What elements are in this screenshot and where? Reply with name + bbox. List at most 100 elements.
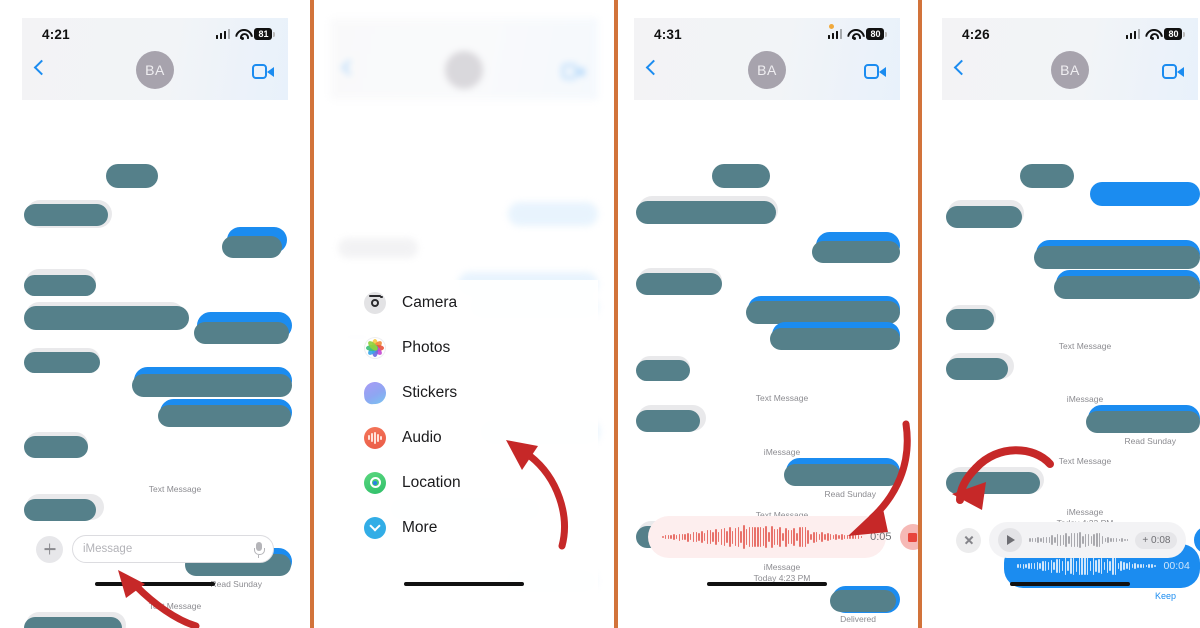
waveform-bar <box>1053 562 1055 570</box>
waveform-bar <box>832 534 835 540</box>
waveform-bar <box>1031 538 1034 542</box>
waveform-bar <box>1065 532 1067 548</box>
message-input-placeholder: iMessage <box>83 543 133 555</box>
menu-item-camera[interactable]: Camera <box>330 280 598 325</box>
playback-capsule[interactable]: + 0:08 <box>989 522 1187 558</box>
waveform-bar <box>854 535 857 539</box>
cellular-signal-icon <box>827 29 843 39</box>
waveform-bar <box>1058 559 1061 573</box>
waveform-bar <box>1101 535 1104 545</box>
waveform-bar <box>662 535 664 539</box>
waveform-bar <box>1084 533 1087 547</box>
message-composer[interactable]: iMessage <box>22 532 288 566</box>
redaction <box>946 309 994 330</box>
playback-waveform[interactable] <box>1029 527 1129 553</box>
status-bar-1: 4:21 81 <box>22 18 288 50</box>
home-indicator <box>95 581 215 586</box>
photos-icon <box>364 336 386 359</box>
play-button-icon[interactable] <box>998 528 1022 552</box>
waveform-bar <box>768 532 770 542</box>
avatar[interactable]: BA <box>748 51 786 89</box>
audio-recording-bar[interactable]: 0:05 <box>648 516 918 558</box>
waveform-bar <box>838 534 840 540</box>
waveform-bar <box>726 531 728 543</box>
waveform-bar <box>793 528 795 546</box>
redaction <box>24 436 88 458</box>
redaction <box>746 301 900 324</box>
plus-button-icon[interactable] <box>36 535 63 563</box>
waveform-bar <box>1112 557 1114 575</box>
back-chevron-icon[interactable] <box>953 59 970 76</box>
waveform-bar <box>860 535 863 539</box>
status-bar-3: 4:31 80 <box>634 18 900 50</box>
facetime-video-icon[interactable] <box>864 64 886 79</box>
waveform-bar <box>689 534 692 540</box>
phone-screen-1: 4:21 81 BA Text Message Read Sunday Text… <box>22 18 296 628</box>
add-time-chip[interactable]: + 0:08 <box>1135 531 1178 549</box>
nav-zone-3: 4:31 80 BA <box>634 18 900 100</box>
menu-item-label: Stickers <box>402 383 458 401</box>
waveform-bar <box>667 534 670 540</box>
keep-audio-button[interactable]: Keep <box>1155 591 1176 601</box>
waveform-bar <box>1110 537 1112 543</box>
audio-playback-bar[interactable]: + 0:08 <box>956 520 1200 560</box>
stop-recording-icon[interactable] <box>899 524 918 550</box>
bubble-dim <box>508 202 598 226</box>
back-chevron-icon[interactable] <box>33 59 50 76</box>
attachment-menu-sheet[interactable]: Camera Photos Stickers Audio Location Mo… <box>330 280 598 600</box>
waveform-bar <box>1093 534 1095 546</box>
avatar[interactable]: BA <box>1051 51 1089 89</box>
facetime-video-icon[interactable] <box>252 64 274 79</box>
waveform-bar <box>1029 538 1031 542</box>
redaction <box>24 499 96 521</box>
waveform-bar <box>1098 558 1100 574</box>
waveform-bar <box>1051 535 1053 545</box>
redaction <box>946 206 1022 228</box>
waveform-bar <box>1082 535 1084 545</box>
status-clock: 4:31 <box>654 26 682 42</box>
recording-waveform <box>662 524 863 550</box>
back-chevron-icon[interactable] <box>645 59 662 76</box>
audio-icon <box>364 426 386 449</box>
facetime-video-icon[interactable] <box>1162 64 1184 79</box>
waveform-bar <box>1030 563 1033 569</box>
redaction <box>1054 276 1200 299</box>
search-input[interactable]: iMessage <box>72 535 274 563</box>
screenshot-strip: 4:21 81 BA Text Message Read Sunday Text… <box>0 0 1200 628</box>
waveform-bar <box>1062 535 1065 545</box>
waveform-bar <box>843 534 846 540</box>
redaction <box>222 236 282 258</box>
wifi-icon <box>1145 29 1159 40</box>
waveform-bar <box>807 530 809 544</box>
close-x-icon[interactable] <box>956 527 981 553</box>
waveform-bar <box>1124 538 1126 542</box>
waveform-bar <box>670 534 672 540</box>
panel-playback: 4:26 80 BA Text Message iMessage Read Su… <box>922 0 1200 628</box>
menu-item-audio[interactable]: Audio <box>330 415 598 460</box>
waveform-bar <box>1078 557 1081 575</box>
waveform-bar <box>701 530 703 544</box>
phone-screen-4: 4:26 80 BA Text Message iMessage Read Su… <box>942 18 1200 610</box>
microphone-icon[interactable] <box>254 541 265 558</box>
menu-item-photos[interactable]: Photos <box>330 325 598 370</box>
waveform-bar <box>743 525 745 549</box>
waveform-bar <box>698 533 700 541</box>
waveform-bar <box>1137 563 1139 569</box>
waveform-bar <box>1059 534 1062 546</box>
waveform-bar <box>1061 560 1064 572</box>
waveform-bar <box>757 526 759 548</box>
bubble-outgoing[interactable] <box>1090 182 1200 206</box>
menu-item-stickers[interactable]: Stickers <box>330 370 598 415</box>
avatar[interactable]: BA <box>136 51 174 89</box>
waveform-bar <box>1068 535 1070 545</box>
menu-item-location[interactable]: Location <box>330 460 598 505</box>
status-clock: 4:21 <box>42 26 70 42</box>
redaction <box>784 464 900 486</box>
redacted-contact-name <box>106 164 158 188</box>
waveform-bar <box>1075 560 1078 572</box>
waveform-bar <box>787 529 790 545</box>
waveform-bar <box>678 533 681 541</box>
message-status-label: iMessage <box>1066 507 1104 517</box>
menu-item-more[interactable]: More <box>330 505 598 550</box>
status-indicators: 80 <box>1125 28 1185 40</box>
